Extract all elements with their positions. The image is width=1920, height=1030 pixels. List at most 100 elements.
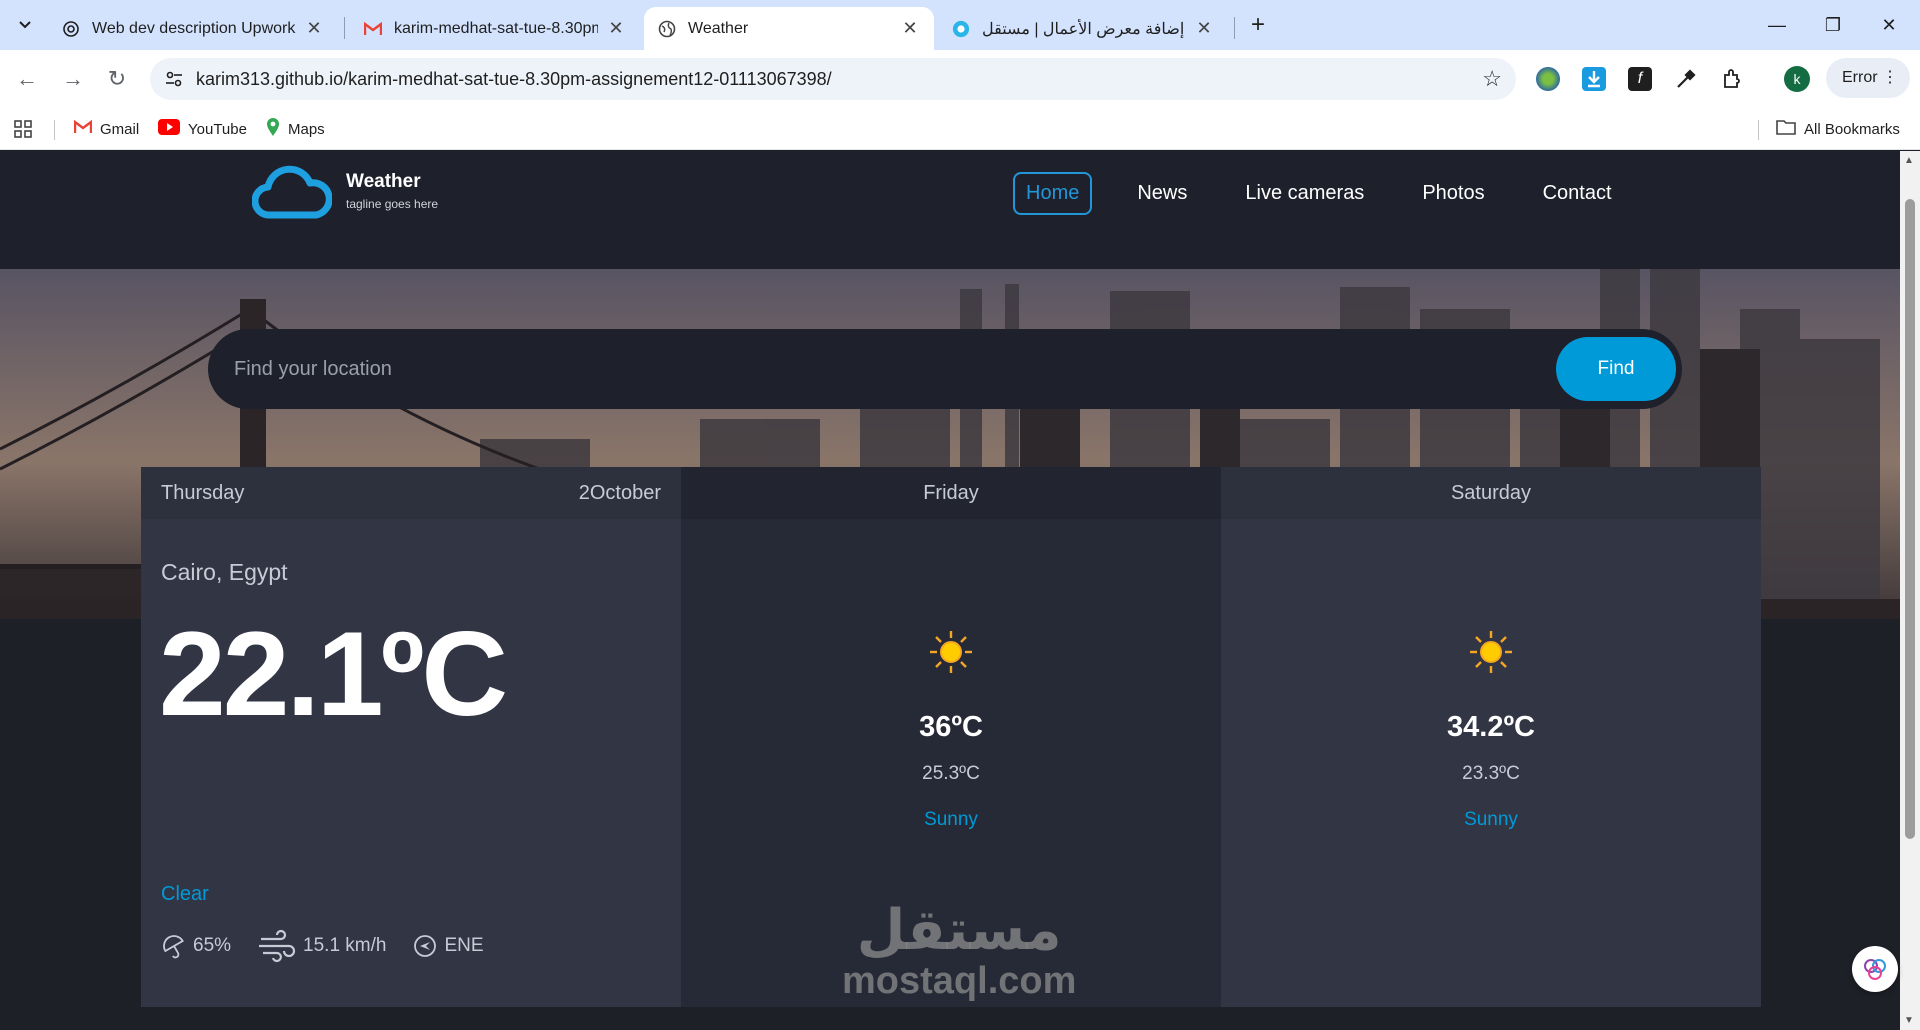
close-window-button[interactable]: ✕: [1866, 10, 1912, 40]
new-tab-button[interactable]: +: [1244, 12, 1272, 40]
tab-mostaql[interactable]: إضافة معرض الأعمال | مستقل ✕: [938, 7, 1228, 50]
floating-assistant-button[interactable]: [1852, 946, 1898, 992]
close-tab-icon[interactable]: ✕: [1194, 18, 1214, 39]
wind-direction: ENE: [444, 935, 484, 956]
mostaql-icon: [952, 20, 970, 38]
mostaql-watermark: مستقل mostaql.com: [842, 898, 1077, 1002]
back-button[interactable]: ←: [12, 64, 42, 94]
bookmarks-bar: Gmail YouTube Maps All Bookmarks: [0, 108, 1920, 150]
nav-home[interactable]: Home: [1013, 172, 1093, 215]
tab-search-button[interactable]: [10, 10, 40, 40]
site-header: Weather tagline goes here Home News Live…: [0, 151, 1900, 269]
tab-divider: [1234, 17, 1235, 39]
umbrella-icon: [163, 935, 184, 959]
site-info-icon[interactable]: [164, 69, 184, 89]
bookmark-divider: [54, 120, 55, 140]
kebab-menu-icon: ⋮: [1882, 69, 1898, 86]
extension-globe-icon[interactable]: [1536, 67, 1560, 91]
tab-gmail[interactable]: karim-medhat-sat-tue-8.30pm- ✕: [350, 7, 640, 50]
max-temperature: 36ºC: [919, 711, 983, 743]
all-bookmarks-label: All Bookmarks: [1804, 120, 1900, 138]
sun-icon: [1468, 629, 1514, 680]
location-search-bar: Find: [208, 329, 1682, 409]
bookmark-gmail[interactable]: Gmail: [73, 119, 140, 139]
bookmark-label: Maps: [288, 120, 325, 138]
logo-tagline: tagline goes here: [346, 197, 439, 211]
youtube-icon: [158, 119, 180, 139]
wind-direction-stat: ENE: [412, 933, 484, 959]
tab-title: Weather: [688, 19, 749, 37]
close-tab-icon[interactable]: ✕: [304, 18, 324, 39]
day-name: Saturday: [1450, 481, 1532, 504]
nav-contact[interactable]: Contact: [1530, 172, 1625, 215]
scroll-up-arrow-icon[interactable]: ▲: [1904, 155, 1914, 166]
bookmark-maps[interactable]: Maps: [266, 118, 325, 139]
today-date: 2October: [578, 481, 661, 504]
current-stats: 65% 15.1 km/h ENE: [161, 929, 510, 963]
chevron-down-icon: [19, 21, 31, 29]
nav-news[interactable]: News: [1124, 172, 1200, 215]
error-menu-button[interactable]: Error ⋮: [1826, 58, 1910, 98]
folder-icon: [1776, 119, 1796, 139]
download-manager-icon[interactable]: [1582, 67, 1606, 91]
humidity-stat: 65%: [161, 933, 231, 959]
nav-photos[interactable]: Photos: [1409, 172, 1497, 215]
eyedropper-icon[interactable]: [1674, 67, 1698, 91]
tab-upwork[interactable]: Web dev description Upwork ✕: [48, 7, 338, 50]
bookmark-star-icon[interactable]: ☆: [1482, 66, 1502, 92]
day-condition: Sunny: [1464, 809, 1518, 830]
url-text: karim313.github.io/karim-medhat-sat-tue-…: [196, 69, 832, 89]
location-search-input[interactable]: [234, 349, 1434, 389]
globe-icon: [658, 20, 676, 38]
watermark-latin: mostaql.com: [842, 960, 1077, 1002]
extensions-puzzle-icon[interactable]: [1720, 67, 1744, 91]
wind-stat: 15.1 km/h: [257, 929, 386, 963]
day-card-saturday: Saturday 34.2ºC 23.3ºC Sunny: [1221, 467, 1761, 1007]
compass-icon: [414, 935, 437, 957]
gmail-icon: [364, 20, 382, 38]
gmail-icon: [73, 119, 93, 138]
tab-title: Web dev description Upwork: [92, 19, 296, 37]
chatgpt-icon: [62, 20, 80, 38]
wind-icon: [259, 929, 296, 963]
current-temperature: 22.1ºC: [159, 607, 508, 741]
all-bookmarks-button[interactable]: All Bookmarks: [1776, 119, 1900, 139]
apps-grid-icon[interactable]: [14, 119, 32, 139]
current-condition: Clear: [161, 883, 209, 905]
today-header: Thursday 2October: [141, 467, 681, 519]
day-name: Friday: [923, 481, 979, 504]
close-tab-icon[interactable]: ✕: [606, 18, 626, 39]
max-temperature: 34.2ºC: [1447, 711, 1535, 743]
font-extension-icon[interactable]: f: [1628, 67, 1652, 91]
nav-live-cameras[interactable]: Live cameras: [1232, 172, 1377, 215]
tab-title: karim-medhat-sat-tue-8.30pm-: [394, 19, 598, 37]
today-card: Thursday 2October Cairo, Egypt 22.1ºC Cl…: [141, 467, 681, 1007]
reload-button[interactable]: ↻: [102, 64, 132, 94]
bookmark-label: Gmail: [100, 120, 140, 138]
bookmark-youtube[interactable]: YouTube: [158, 119, 247, 139]
bookmark-divider: [1758, 120, 1759, 140]
today-day: Thursday: [161, 481, 245, 504]
close-tab-icon[interactable]: ✕: [900, 18, 920, 39]
humidity-value: 65%: [193, 935, 232, 956]
forward-button[interactable]: →: [58, 64, 88, 94]
find-button[interactable]: Find: [1556, 337, 1676, 401]
tab-weather[interactable]: Weather ✕: [644, 7, 934, 50]
watermark-arabic: مستقل: [856, 898, 1062, 963]
city-name: Cairo, Egypt: [161, 559, 288, 585]
wind-speed: 15.1 km/h: [303, 935, 387, 956]
tab-divider: [344, 17, 345, 39]
restore-button[interactable]: ❐: [1810, 10, 1856, 40]
tab-title: إضافة معرض الأعمال | مستقل: [982, 20, 1185, 38]
site-logo[interactable]: Weather tagline goes here: [252, 165, 438, 221]
error-label: Error: [1842, 69, 1878, 86]
sun-icon: [928, 629, 974, 680]
address-bar[interactable]: karim313.github.io/karim-medhat-sat-tue-…: [150, 58, 1516, 100]
profile-avatar[interactable]: k: [1784, 66, 1810, 92]
main-nav: Home News Live cameras Photos Contact: [1013, 172, 1657, 215]
page-scrollbar[interactable]: ▲ ▼: [1900, 151, 1920, 1030]
browser-toolbar: ← → ↻ karim313.github.io/karim-medhat-sa…: [0, 50, 1920, 108]
minimize-button[interactable]: —: [1754, 10, 1800, 40]
scroll-down-arrow-icon[interactable]: ▼: [1904, 1015, 1914, 1026]
scroll-thumb[interactable]: [1905, 199, 1915, 839]
